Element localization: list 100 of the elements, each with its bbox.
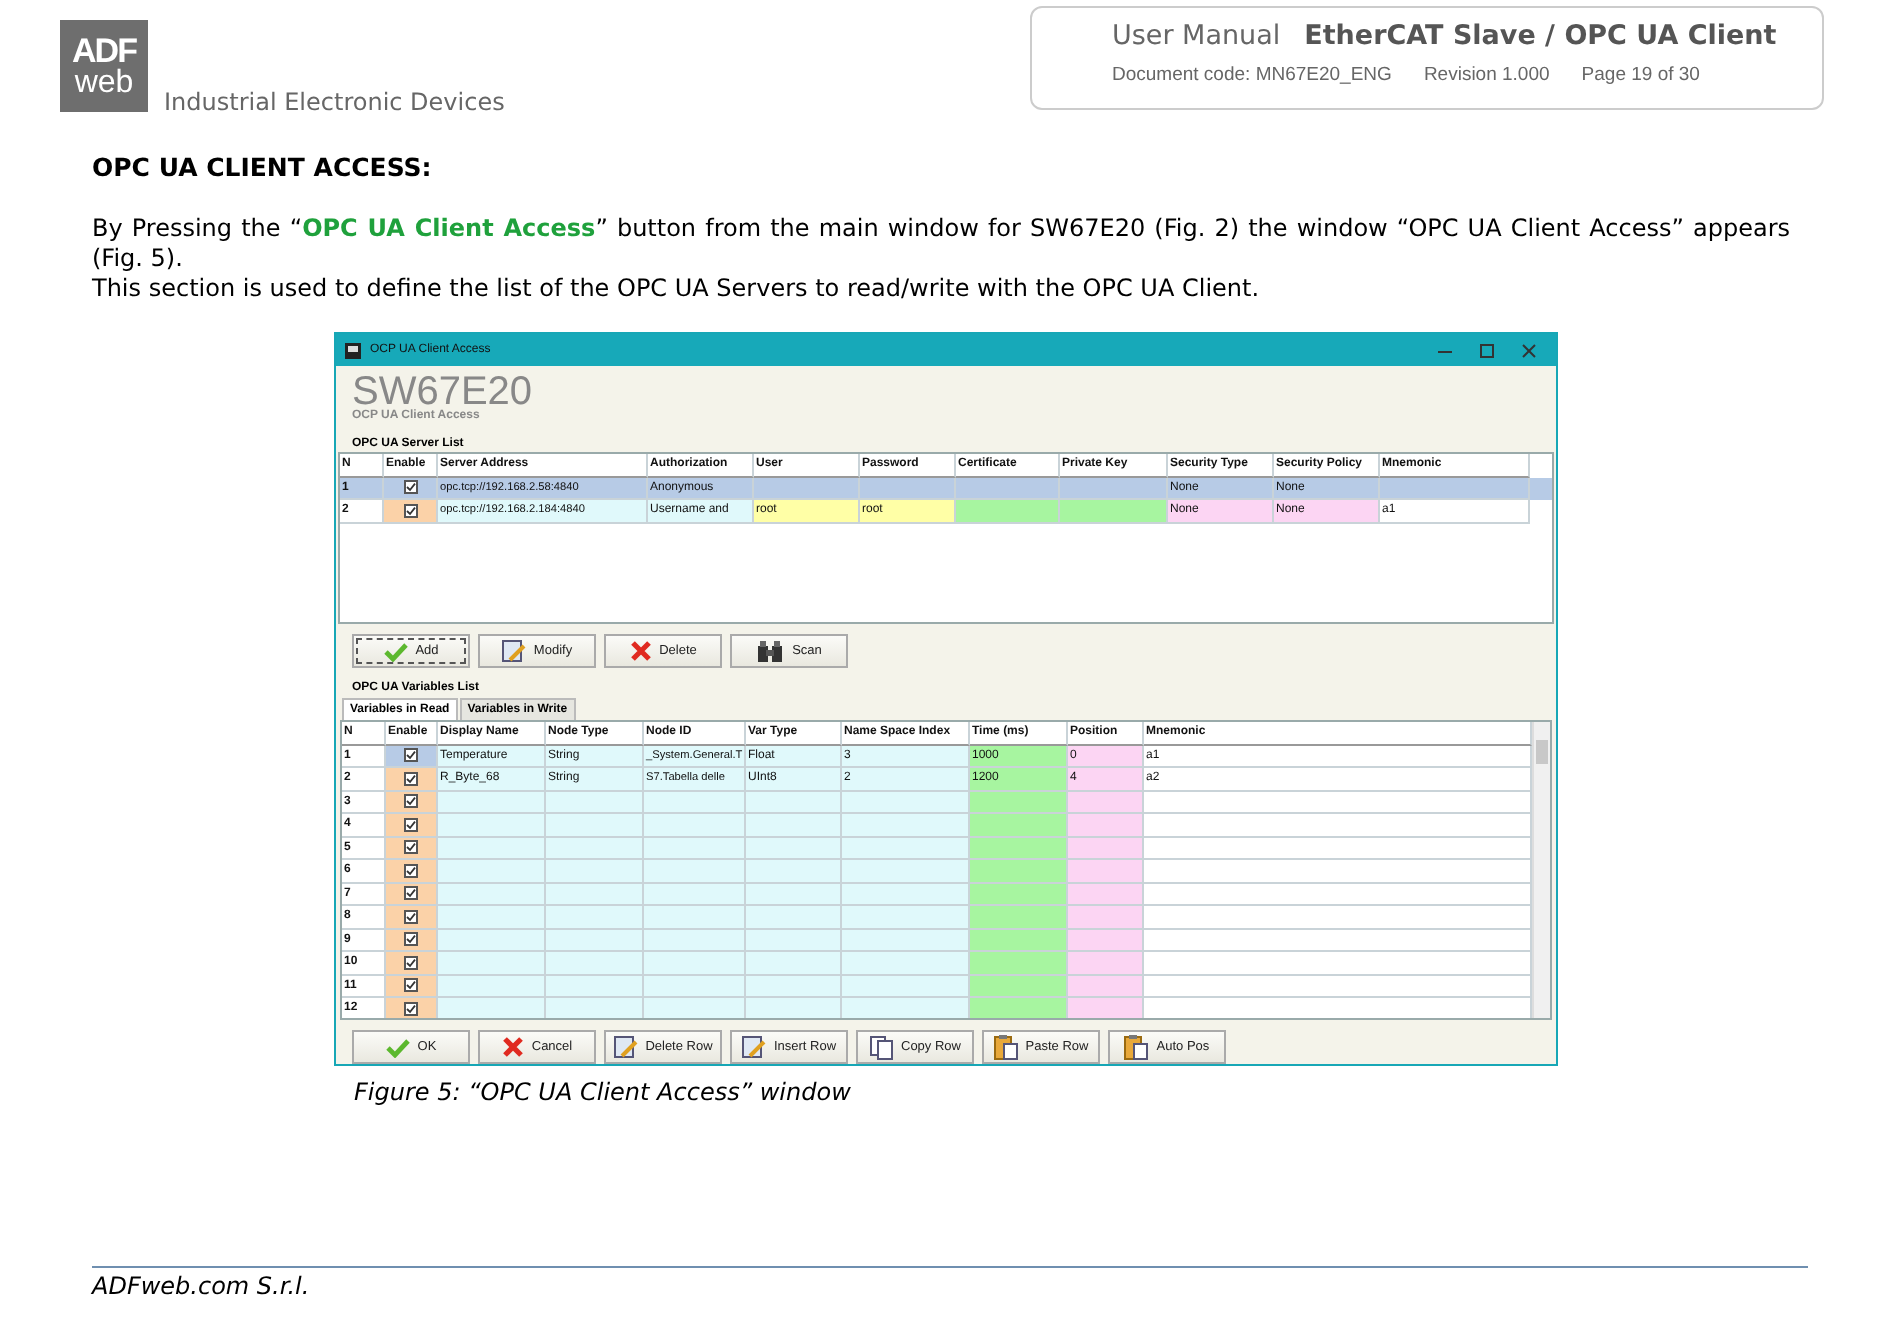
table-cell xyxy=(842,837,970,860)
checkmark-icon xyxy=(406,957,416,968)
document-code: Document code: MN67E20_ENG xyxy=(1112,64,1392,86)
table-cell[interactable] xyxy=(386,952,438,975)
table-cell xyxy=(746,998,842,1018)
table-cell xyxy=(746,860,842,883)
cross-icon xyxy=(501,1036,524,1058)
checkbox[interactable] xyxy=(404,955,418,970)
table-cell xyxy=(644,929,746,952)
table-cell xyxy=(970,952,1068,975)
paragraph: This section is used to define the list of the OPC UA Servers to read/write with the OPC UA Client. xyxy=(92,274,1262,304)
table-cell xyxy=(546,837,644,860)
checkbox[interactable] xyxy=(404,1001,418,1016)
table-cell xyxy=(644,975,746,998)
table-cell[interactable] xyxy=(386,929,438,952)
table-cell xyxy=(1068,906,1144,929)
table-cell xyxy=(842,975,970,998)
table-cell[interactable] xyxy=(386,998,438,1018)
table-cell xyxy=(644,906,746,929)
table-cell xyxy=(438,791,546,814)
close-icon[interactable] xyxy=(1522,343,1536,357)
scrollbar[interactable] xyxy=(1532,722,1550,1018)
manual-label: User Manual xyxy=(1112,20,1281,52)
table-cell xyxy=(970,791,1068,814)
table-cell xyxy=(970,814,1068,837)
checkbox[interactable] xyxy=(404,932,418,947)
documents-icon xyxy=(869,1035,893,1059)
checkbox[interactable] xyxy=(404,909,418,924)
cross-icon xyxy=(629,640,652,662)
checkbox[interactable] xyxy=(404,886,418,901)
table-cell[interactable] xyxy=(386,837,438,860)
company-logo: ADF web xyxy=(60,20,148,112)
page-number: Page 19 of 30 xyxy=(1581,64,1700,86)
table-cell[interactable] xyxy=(386,883,438,906)
table-cell xyxy=(644,814,746,837)
table-cell xyxy=(842,860,970,883)
checkbox[interactable] xyxy=(403,480,417,495)
table-cell xyxy=(546,883,644,906)
checkbox[interactable] xyxy=(404,817,418,832)
table-cell[interactable] xyxy=(386,975,438,998)
table-cell xyxy=(1068,860,1144,883)
pencil-document-icon xyxy=(501,639,526,663)
table-cell xyxy=(1068,952,1144,975)
table-cell xyxy=(970,860,1068,883)
checkbox[interactable] xyxy=(404,771,418,786)
checkbox[interactable] xyxy=(404,978,418,993)
checkbox[interactable] xyxy=(404,840,418,855)
checkbox[interactable] xyxy=(404,863,418,878)
table-cell xyxy=(438,837,546,860)
table-cell xyxy=(1068,929,1144,952)
table-cell xyxy=(546,906,644,929)
checkmark-icon xyxy=(406,865,416,876)
table-cell xyxy=(746,929,842,952)
table-cell xyxy=(438,814,546,837)
checkmark-icon xyxy=(406,819,416,830)
paragraph: By Pressing the “OPC UA Client Access” button from the main window for SW67E20 (Fig. 2) the window “OPC UA Client Access” appears (Fig. 5). xyxy=(92,214,1790,274)
table-cell xyxy=(1068,814,1144,837)
table-cell xyxy=(842,906,970,929)
pencil-document-icon xyxy=(613,1035,638,1059)
table-cell xyxy=(970,975,1068,998)
table-cell xyxy=(970,929,1068,952)
revision: Revision 1.000 xyxy=(1423,64,1550,86)
table-cell xyxy=(644,837,746,860)
table-cell xyxy=(746,883,842,906)
table-cell xyxy=(1068,791,1144,814)
table-cell xyxy=(644,791,746,814)
section-heading: OPC UA CLIENT ACCESS: xyxy=(92,152,434,182)
checkmark-icon xyxy=(406,911,416,922)
maximize-icon[interactable] xyxy=(1480,343,1494,357)
table-cell xyxy=(970,998,1068,1018)
table-cell[interactable] xyxy=(386,768,438,791)
table-cell xyxy=(546,814,644,837)
table-cell xyxy=(644,883,746,906)
checkbox[interactable] xyxy=(404,794,418,809)
table-cell xyxy=(842,791,970,814)
table-cell xyxy=(842,883,970,906)
tagline: Industrial Electronic Devices xyxy=(164,88,505,116)
table-cell xyxy=(438,952,546,975)
table-cell xyxy=(438,975,546,998)
checkmark-icon xyxy=(405,482,415,493)
check-icon xyxy=(383,641,408,661)
table-cell[interactable] xyxy=(386,791,438,814)
app-name: SW67E20 xyxy=(350,368,535,410)
table-cell[interactable] xyxy=(386,745,438,768)
figure-caption: Figure 5: “OPC UA Client Access” window xyxy=(354,1078,853,1106)
footer-company: ADFweb.com S.r.l. xyxy=(92,1272,310,1300)
checkmark-icon xyxy=(406,1003,416,1014)
checkbox[interactable] xyxy=(403,503,417,518)
table-cell xyxy=(1068,883,1144,906)
table-cell[interactable] xyxy=(386,814,438,837)
table-cell xyxy=(1068,837,1144,860)
checkbox[interactable] xyxy=(404,748,418,763)
table-cell xyxy=(438,998,546,1018)
table-cell[interactable] xyxy=(386,906,438,929)
table-cell xyxy=(644,998,746,1018)
table-cell[interactable] xyxy=(386,860,438,883)
table-cell xyxy=(746,837,842,860)
table-cell xyxy=(438,929,546,952)
table-cell xyxy=(842,952,970,975)
clipboard-icon xyxy=(1124,1034,1149,1060)
